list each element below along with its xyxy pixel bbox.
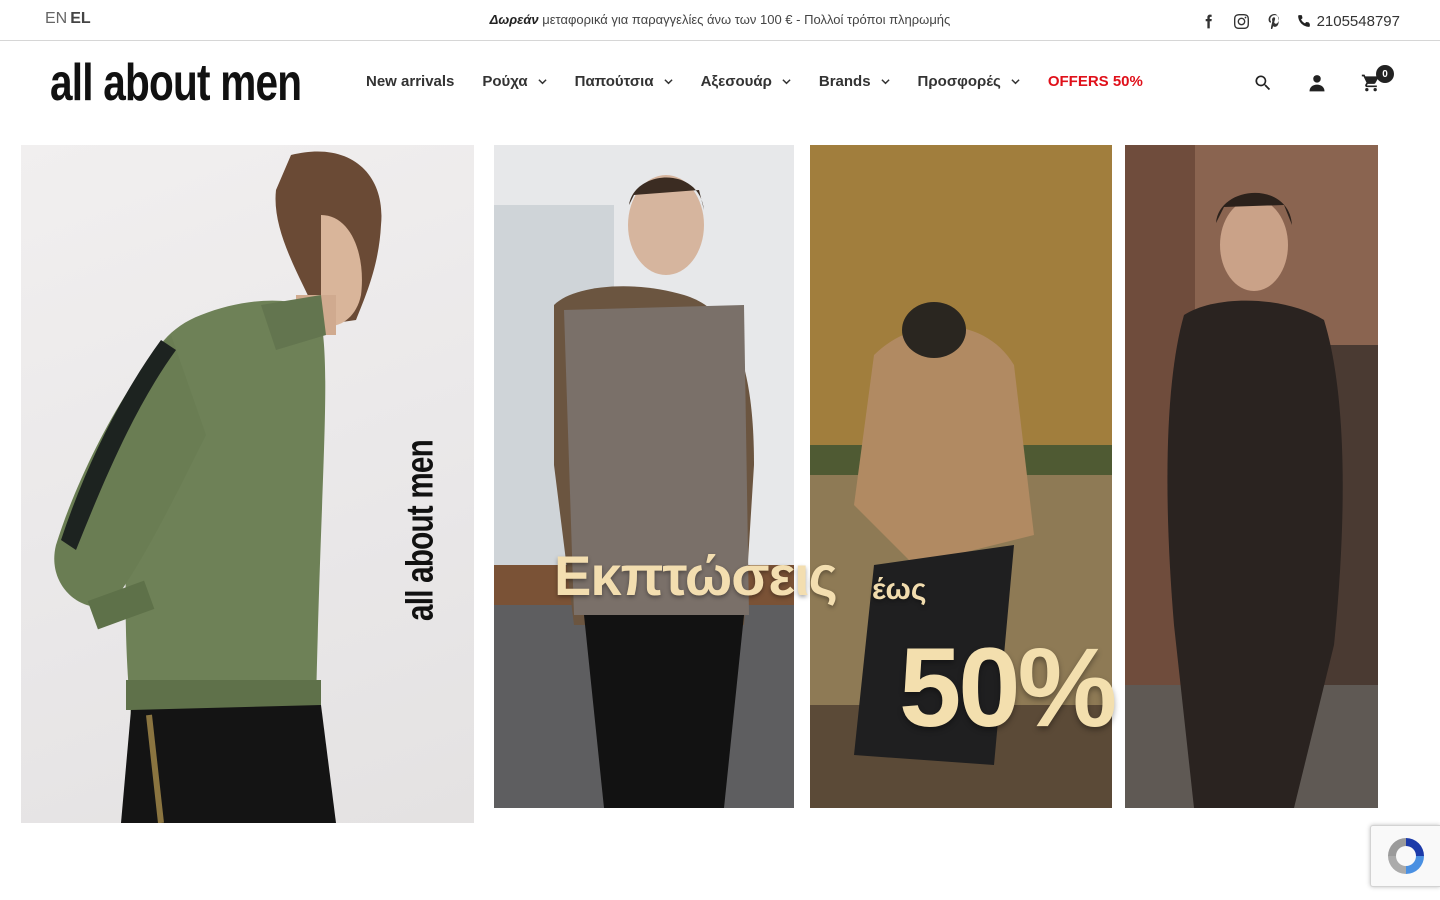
sale-up-to: έως (872, 573, 927, 606)
banner-logo-vertical: all about men (399, 439, 442, 621)
sale-title: Εκπτώσεις (554, 544, 838, 607)
chevron-down-icon (1011, 77, 1020, 86)
cart-icon[interactable]: 0 (1344, 65, 1398, 95)
nav-offers[interactable]: Προσφορές (918, 73, 1020, 90)
phone-icon (1297, 15, 1310, 27)
nav-clothing[interactable]: Ρούχα (482, 73, 547, 90)
nav-accessories[interactable]: Αξεσουάρ (701, 73, 791, 90)
site-header: all about men New arrivals Ρούχα Παπούτσ… (0, 41, 1440, 125)
recaptcha-icon (1387, 838, 1424, 874)
promo-text: μεταφορικά για παραγγελίες άνω των 100 €… (538, 12, 951, 27)
top-bar: EN EL Δωρεάν μεταφορικά για παραγγελίες ά… (0, 0, 1440, 41)
nav-brands[interactable]: Brands (819, 73, 890, 90)
social-links: 2105548797 (1192, 10, 1400, 32)
phone-link[interactable]: 2105548797 (1297, 13, 1400, 30)
hero-banner-right[interactable]: Εκπτώσεις έως 50% (494, 145, 1378, 808)
recaptcha-badge[interactable] (1370, 825, 1440, 887)
nav-offers-50[interactable]: OFFERS 50% (1048, 73, 1143, 90)
pinterest-icon[interactable] (1258, 10, 1291, 32)
main-nav: New arrivals Ρούχα Παπούτσια Αξεσουάρ Br… (366, 73, 1171, 90)
chevron-down-icon (538, 77, 547, 86)
nav-shoes[interactable]: Παπούτσια (575, 73, 673, 90)
instagram-icon[interactable] (1225, 10, 1258, 32)
phone-number[interactable]: 2105548797 (1317, 13, 1400, 30)
chevron-down-icon (782, 77, 791, 86)
account-icon[interactable] (1290, 71, 1344, 95)
chevron-down-icon (880, 77, 890, 86)
site-logo[interactable]: all about men (50, 57, 302, 109)
facebook-icon[interactable] (1192, 10, 1225, 32)
sale-percentage: 50% (899, 625, 1117, 750)
hero-banner-left[interactable]: all about men (21, 145, 474, 823)
cart-count-badge: 0 (1376, 65, 1394, 83)
nav-new-arrivals[interactable]: New arrivals (366, 73, 454, 90)
search-icon[interactable] (1236, 71, 1290, 95)
chevron-down-icon (663, 77, 673, 86)
promo-bold-text: Δωρεάν (489, 12, 539, 27)
header-actions: 0 (1236, 65, 1398, 95)
